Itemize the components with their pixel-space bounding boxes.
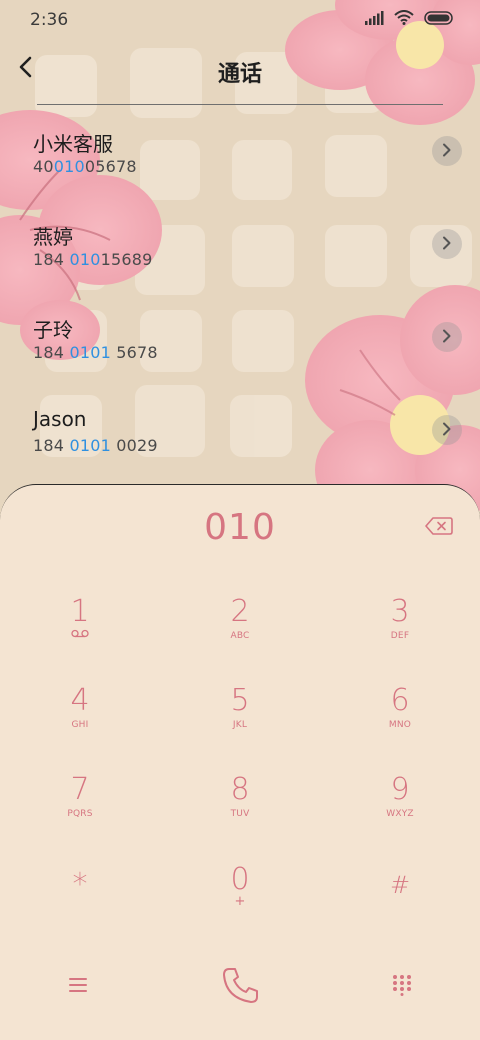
key-letters: ABC — [230, 631, 250, 641]
contact-number: 184 01015689 — [33, 250, 152, 269]
status-bar: 2:36 — [0, 0, 480, 40]
menu-icon — [68, 977, 88, 997]
key-7[interactable]: 7 PQRS — [20, 773, 140, 853]
menu-button[interactable] — [48, 957, 108, 1017]
call-button[interactable] — [210, 957, 270, 1017]
key-digit: 9 — [390, 772, 410, 807]
contact-detail-button[interactable] — [432, 322, 462, 352]
key-1[interactable]: 1 — [20, 595, 140, 675]
number-suffix: 5678 — [110, 343, 158, 362]
key-3[interactable]: 3 DEF — [340, 595, 460, 675]
signal-icon — [364, 10, 384, 29]
key-letters: DEF — [390, 631, 410, 641]
contact-number: 184 0101 5678 — [33, 343, 158, 362]
battery-icon — [424, 10, 454, 29]
key-digit: 2 — [230, 594, 250, 629]
contact-number: 184 0101 0029 — [33, 436, 158, 455]
key-digit: 5 — [230, 683, 250, 718]
key-digit: # — [389, 871, 411, 899]
contact-name: 子玲 — [33, 318, 73, 342]
backspace-button[interactable] — [422, 515, 456, 541]
key-hash[interactable]: # — [340, 868, 460, 948]
number-prefix: 184 — [33, 436, 70, 455]
wifi-icon — [394, 10, 414, 29]
key-digit: 1 — [70, 594, 90, 629]
key-letters: WXYZ — [386, 809, 414, 819]
key-8[interactable]: 8 TUV — [180, 773, 300, 853]
key-6[interactable]: 6 MNO — [340, 684, 460, 764]
number-suffix: 15689 — [100, 250, 153, 269]
chevron-right-icon — [442, 235, 452, 254]
chevron-right-icon — [442, 142, 452, 161]
contact-row[interactable]: 燕婷 184 01015689 — [0, 205, 480, 291]
key-letters: JKL — [232, 720, 248, 730]
number-prefix: 184 — [33, 343, 70, 362]
key-digit: * — [72, 867, 88, 902]
contact-detail-button[interactable] — [432, 415, 462, 445]
chevron-right-icon — [442, 328, 452, 347]
key-letters: + — [234, 894, 246, 909]
key-letters: PQRS — [67, 809, 93, 819]
contact-row[interactable]: 小米客服 4001005678 — [0, 112, 480, 198]
key-digit: 4 — [70, 683, 90, 718]
dialed-number: 010 — [204, 507, 276, 548]
keypad-toggle-button[interactable] — [372, 957, 432, 1017]
contact-name: 小米客服 — [33, 132, 113, 156]
number-prefix: 40 — [33, 157, 54, 176]
key-5[interactable]: 5 JKL — [180, 684, 300, 764]
key-digit: 0 — [230, 862, 250, 897]
number-match: 0101 — [69, 436, 111, 455]
dialpad-icon — [392, 974, 412, 1000]
page-title: 通话 — [217, 62, 262, 87]
dialer-panel: 010 1 2 ABC 3 DEF 4 GHI 5 JKL 6 MNO 7 PQ… — [0, 484, 480, 1040]
contact-detail-button[interactable] — [432, 229, 462, 259]
contact-name: 燕婷 — [33, 225, 73, 249]
key-star[interactable]: * — [20, 868, 140, 948]
phone-icon — [220, 965, 260, 1009]
key-2[interactable]: 2 ABC — [180, 595, 300, 675]
number-match: 0101 — [69, 343, 111, 362]
key-digit: 8 — [230, 772, 250, 807]
contact-row[interactable]: 子玲 184 0101 5678 — [0, 298, 480, 384]
number-match: 010 — [69, 250, 101, 269]
header: 通话 — [0, 44, 480, 96]
status-icons — [364, 10, 454, 29]
key-letters: MNO — [388, 720, 412, 730]
contact-row[interactable]: Jason 184 0101 0029 — [0, 391, 480, 477]
key-9[interactable]: 9 WXYZ — [340, 773, 460, 853]
chevron-right-icon — [442, 421, 452, 440]
backspace-icon — [425, 517, 453, 539]
key-4[interactable]: 4 GHI — [20, 684, 140, 764]
number-suffix: 05678 — [84, 157, 137, 176]
key-digit: 7 — [70, 772, 90, 807]
voicemail-icon — [20, 629, 140, 643]
key-digit: 6 — [390, 683, 410, 718]
number-match: 010 — [53, 157, 85, 176]
header-divider — [37, 104, 443, 105]
key-letters: GHI — [71, 720, 89, 730]
number-prefix: 184 — [33, 250, 70, 269]
status-time: 2:36 — [30, 10, 69, 30]
key-letters: TUV — [230, 809, 250, 819]
key-0[interactable]: 0 + — [180, 863, 300, 943]
contact-name: Jason — [33, 407, 87, 431]
contact-number: 4001005678 — [33, 157, 137, 176]
number-suffix: 0029 — [110, 436, 158, 455]
key-digit: 3 — [390, 594, 410, 629]
contact-detail-button[interactable] — [432, 136, 462, 166]
